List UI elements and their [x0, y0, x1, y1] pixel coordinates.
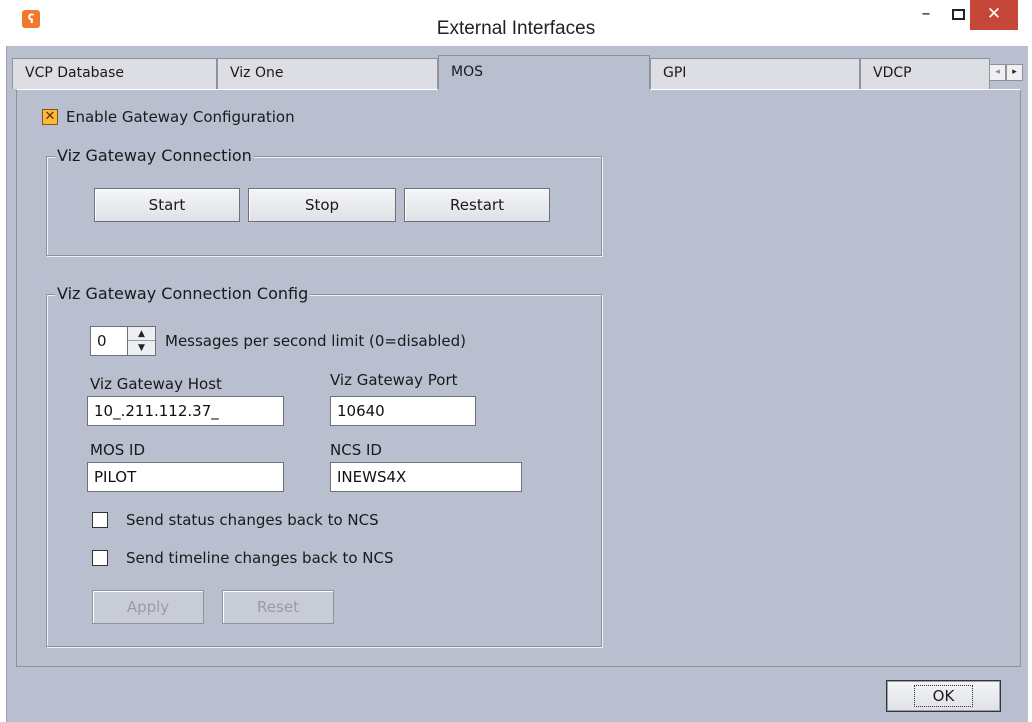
ncs-id-label: NCS ID — [330, 441, 382, 459]
ok-button[interactable]: OK — [886, 680, 1001, 712]
maximize-button[interactable] — [944, 0, 972, 30]
title-bar: ʕ External Interfaces – ✕ — [0, 0, 1032, 46]
enable-gateway-label: Enable Gateway Configuration — [66, 108, 295, 126]
stepper-up-icon[interactable]: ▲ — [128, 327, 155, 341]
gateway-config-title: Viz Gateway Connection Config — [55, 284, 311, 303]
tab-scroll-right-button[interactable]: ▸ — [1006, 64, 1023, 81]
send-timeline-checkbox[interactable] — [92, 550, 108, 566]
gateway-port-input[interactable]: 10640 — [330, 396, 476, 426]
messages-limit-stepper[interactable]: 0 ▲ ▼ — [90, 326, 156, 356]
mos-id-input[interactable]: PILOT — [87, 462, 284, 492]
start-button[interactable]: Start — [94, 188, 240, 222]
gateway-host-input[interactable]: 10_.211.112.37_ — [87, 396, 284, 426]
mos-id-label: MOS ID — [90, 441, 146, 459]
enable-gateway-checkbox[interactable]: ✕ — [42, 109, 58, 125]
window-title: External Interfaces — [436, 18, 596, 39]
messages-limit-label: Messages per second limit (0=disabled) — [165, 332, 466, 350]
gateway-host-label: Viz Gateway Host — [90, 375, 222, 393]
restart-button[interactable]: Restart — [404, 188, 550, 222]
stepper-down-icon[interactable]: ▼ — [128, 341, 155, 355]
tab-bar: VCP Database Viz One MOS GPI VDCP ◂ ▸ — [6, 55, 1028, 90]
ncs-id-input[interactable]: INEWS4X — [330, 462, 522, 492]
gateway-port-label: Viz Gateway Port — [330, 371, 458, 389]
send-status-checkbox[interactable] — [92, 512, 108, 528]
tab-gpi[interactable]: GPI — [650, 58, 860, 89]
stepper-buttons: ▲ ▼ — [127, 327, 155, 355]
apply-button[interactable]: Apply — [92, 590, 204, 624]
tab-mos[interactable]: MOS — [438, 55, 650, 90]
close-button[interactable]: ✕ — [970, 0, 1018, 30]
ok-button-label: OK — [913, 685, 974, 707]
stop-button[interactable]: Stop — [248, 188, 396, 222]
maximize-icon — [951, 9, 965, 20]
tab-vcp-database[interactable]: VCP Database — [12, 58, 217, 89]
reset-button[interactable]: Reset — [222, 590, 334, 624]
minimize-button[interactable]: – — [912, 0, 940, 30]
send-timeline-label: Send timeline changes back to NCS — [126, 549, 394, 567]
messages-limit-value[interactable]: 0 — [97, 332, 107, 350]
send-status-label: Send status changes back to NCS — [126, 511, 379, 529]
gateway-connection-title: Viz Gateway Connection — [55, 146, 254, 165]
tab-viz-one[interactable]: Viz One — [217, 58, 438, 89]
tab-vdcp[interactable]: VDCP — [860, 58, 990, 89]
tab-scroll-left-button[interactable]: ◂ — [989, 64, 1006, 81]
